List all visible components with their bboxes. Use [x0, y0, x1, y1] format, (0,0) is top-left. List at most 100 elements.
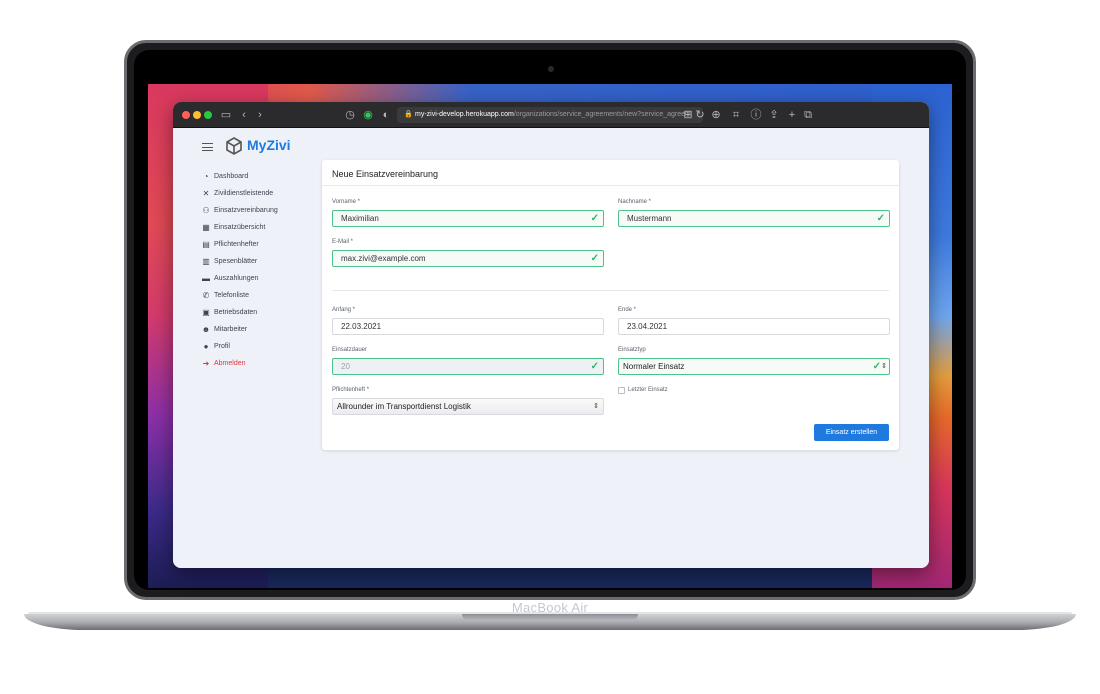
- address-domain: my-zivi-develop.herokuapp.com: [415, 111, 514, 118]
- address-path: /organizations/service_agreements/new?se…: [513, 111, 691, 118]
- reload-icon[interactable]: ↻: [693, 107, 707, 123]
- logout-icon: ➜: [202, 359, 210, 368]
- sidebar-item-profil[interactable]: ● Profil: [201, 338, 321, 355]
- phone-icon: ✆: [202, 291, 210, 300]
- folder-icon: ▬: [202, 274, 210, 283]
- check-icon: ✓: [876, 213, 885, 224]
- sidebar-item-pflichtenhefter[interactable]: ▤ Pflichtenhefter: [201, 236, 321, 253]
- brand-name: MyZivi: [247, 137, 291, 153]
- receipt-icon: ▥: [202, 257, 210, 266]
- sidebar-item-einsatzuebersicht[interactable]: ▦ Einsatzübersicht: [201, 219, 321, 236]
- forward-icon[interactable]: ›: [253, 107, 267, 123]
- calendar-icon: ▦: [202, 223, 210, 232]
- last-name-label: Nachname *: [618, 199, 652, 205]
- service-type-value: Normaler Einsatz: [623, 362, 685, 371]
- sidebar-item-label: Dashboard: [214, 173, 249, 180]
- sidebar-item-telefonliste[interactable]: ✆ Telefonliste: [201, 287, 321, 304]
- select-arrows-icon: ⇕: [881, 363, 887, 370]
- start-date-field[interactable]: 22.03.2021: [332, 318, 604, 335]
- stage: MacBook Air ▭ ‹ › ◷ ◉ ◐ 🔒 my-zivi-develo…: [0, 0, 1100, 694]
- sidebar-item-label: Zivildienstleistende: [214, 190, 274, 197]
- specification-label: Pflichtenheft *: [332, 387, 370, 393]
- end-date-value: 23.04.2021: [627, 322, 668, 331]
- sidebar-item-zivildienstleistende[interactable]: ✕ Zivildienstleistende: [201, 185, 321, 202]
- tabs-overview-icon[interactable]: ⧉: [801, 107, 815, 123]
- email-field[interactable]: max.zivi@example.com ✓: [332, 250, 604, 267]
- last-service-checkbox[interactable]: [618, 387, 625, 394]
- sidebar-item-label: Abmelden: [214, 360, 246, 367]
- privacy-icon[interactable]: ◷: [343, 107, 357, 123]
- handshake-icon: ⚇: [202, 206, 210, 215]
- sidebar-item-label: Auszahlungen: [214, 275, 259, 282]
- users-icon: ☻: [201, 325, 211, 334]
- close-window-button[interactable]: [182, 111, 190, 119]
- extension-icon[interactable]: ◉: [361, 107, 375, 123]
- sidebar-item-dashboard[interactable]: ◔ Dashboard: [201, 168, 321, 185]
- card-header: Neue Einsatzvereinbarung: [322, 160, 899, 186]
- last-service-label: Letzter Einsatz: [628, 387, 668, 393]
- first-name-label: Vorname *: [332, 199, 361, 205]
- select-arrows-icon: ⇕: [593, 403, 599, 410]
- sidebar-item-auszahlungen[interactable]: ▬ Auszahlungen: [201, 270, 321, 287]
- check-icon: ✓: [590, 213, 599, 224]
- chart-pie-icon: ◔: [203, 172, 209, 181]
- address-bar[interactable]: 🔒 my-zivi-develop.herokuapp.com/organiza…: [397, 107, 703, 123]
- end-date-label: Ende *: [618, 307, 637, 313]
- email-value: max.zivi@example.com: [341, 254, 426, 263]
- form-divider: [332, 290, 889, 291]
- menu-icon[interactable]: [202, 143, 213, 151]
- sidebar-item-label: Spesenblätter: [214, 258, 258, 265]
- sidebar-item-betriebsdaten[interactable]: ▣ Betriebsdaten: [201, 304, 321, 321]
- form-title: Neue Einsatzvereinbarung: [332, 169, 439, 179]
- reading-list-icon[interactable]: ⌗: [729, 107, 743, 123]
- create-service-button[interactable]: Einsatz erstellen: [814, 424, 889, 441]
- info-icon[interactable]: ⓘ: [749, 107, 763, 123]
- lock-icon: 🔒: [404, 111, 413, 118]
- duration-field: 20 ✓: [332, 358, 604, 375]
- last-name-value: Mustermann: [627, 214, 672, 223]
- download-icon[interactable]: ⊕: [709, 107, 723, 123]
- sidebar-nav: ◔ Dashboard ✕ Zivildienstleistende ⚇ Einsat…: [201, 168, 321, 372]
- sidebar-item-label: Betriebsdaten: [214, 309, 258, 316]
- start-date-label: Anfang *: [332, 307, 356, 313]
- specification-select[interactable]: Allrounder im Transportdienst Logistik ⇕: [332, 398, 604, 415]
- sidebar-item-label: Profil: [214, 343, 230, 350]
- sidebar-item-label: Pflichtenhefter: [214, 241, 259, 248]
- sidebar-item-spesenblaetter[interactable]: ▥ Spesenblätter: [201, 253, 321, 270]
- sidebar-toggle-icon[interactable]: ▭: [219, 107, 233, 123]
- sidebar-item-label: Einsatzübersicht: [214, 224, 266, 231]
- back-icon[interactable]: ‹: [237, 107, 251, 123]
- maximize-window-button[interactable]: [204, 111, 212, 119]
- first-name-field[interactable]: Maximilian ✓: [332, 210, 604, 227]
- sidebar-item-einsatzvereinbarung[interactable]: ⚇ Einsatzvereinbarung: [201, 202, 321, 219]
- last-name-field[interactable]: Mustermann ✓: [618, 210, 890, 227]
- sidebar-item-label: Telefonliste: [214, 292, 250, 299]
- duration-value: 20: [341, 362, 350, 371]
- sidebar-item-abmelden[interactable]: ➜ Abmelden: [201, 355, 321, 372]
- new-tab-icon[interactable]: +: [785, 107, 799, 123]
- sidebar-item-mitarbeiter[interactable]: ☻ Mitarbeiter: [201, 321, 321, 338]
- document-icon: ▤: [202, 240, 210, 249]
- duration-label: Einsatzdauer: [332, 347, 368, 353]
- laptop-notch: [462, 614, 638, 621]
- camera-icon: [548, 66, 554, 72]
- specification-value: Allrounder im Transportdienst Logistik: [337, 402, 471, 411]
- app: MyZivi ◔ Dashboard ✕ Zivildienstleistende …: [173, 128, 929, 568]
- shield-icon[interactable]: ◐: [379, 107, 393, 123]
- service-type-select[interactable]: Normaler Einsatz ✓ ⇕: [618, 358, 890, 375]
- service-type-label: Einsatztyp: [618, 347, 646, 353]
- minimize-window-button[interactable]: [193, 111, 201, 119]
- first-name-value: Maximilian: [341, 214, 379, 223]
- tools-icon: ✕: [202, 189, 210, 198]
- cube-logo-icon: [226, 137, 242, 155]
- email-label: E-Mail *: [332, 239, 354, 245]
- user-icon: ●: [203, 342, 209, 351]
- browser-toolbar: ▭ ‹ › ◷ ◉ ◐ 🔒 my-zivi-develop.herokuapp.…: [173, 102, 929, 128]
- service-agreement-form: Neue Einsatzvereinbarung Vorname * Maxim…: [322, 160, 899, 450]
- start-date-value: 22.03.2021: [341, 322, 382, 331]
- share-icon[interactable]: ⇪: [767, 107, 781, 123]
- sidebar-item-label: Einsatzvereinbarung: [214, 207, 278, 214]
- check-icon: ✓: [872, 361, 881, 372]
- browser-window: ▭ ‹ › ◷ ◉ ◐ 🔒 my-zivi-develop.herokuapp.…: [173, 102, 929, 568]
- end-date-field[interactable]: 23.04.2021: [618, 318, 890, 335]
